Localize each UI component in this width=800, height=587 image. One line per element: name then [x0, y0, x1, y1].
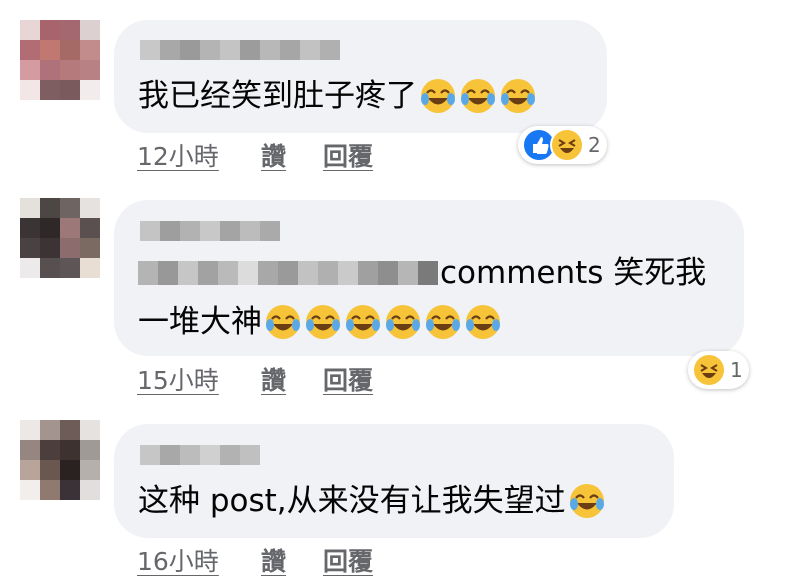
like-button[interactable]: 讚 [261, 547, 286, 577]
commenter-name-redacted[interactable] [140, 445, 260, 465]
avatar[interactable] [20, 198, 100, 278]
laugh-cry-emoji-icon [464, 303, 502, 341]
like-button[interactable]: 讚 [261, 142, 286, 172]
laugh-cry-emoji-icon [459, 77, 497, 115]
reply-button[interactable]: 回覆 [323, 142, 373, 172]
laugh-cry-emoji-icon [419, 77, 457, 115]
laugh-cry-emoji-icon [499, 77, 537, 115]
avatar[interactable] [20, 420, 100, 500]
haha-icon [692, 353, 726, 387]
reaction-summary[interactable]: 2 [518, 126, 607, 164]
timestamp-link[interactable]: 15小時 [137, 366, 219, 396]
timestamp-link[interactable]: 12小時 [137, 142, 219, 172]
comment-text-body: comments 笑死我 [440, 255, 707, 291]
reaction-summary[interactable]: 1 [688, 351, 749, 389]
comment-text-line-2: 一堆大神 [138, 302, 502, 342]
reaction-count: 1 [730, 358, 743, 382]
comment-text-body: 这种 post,从来没有让我失望过 [138, 483, 566, 519]
reply-button[interactable]: 回覆 [323, 366, 373, 396]
laugh-cry-emoji-icon [264, 303, 302, 341]
reaction-count: 2 [588, 133, 601, 157]
comment-text: 这种 post,从来没有让我失望过 [138, 481, 606, 521]
comment-text-line-1: comments 笑死我 [440, 253, 706, 293]
laugh-cry-emoji-icon [344, 303, 382, 341]
reply-button[interactable]: 回覆 [323, 547, 373, 577]
commenter-name-redacted[interactable] [140, 40, 340, 60]
laugh-cry-emoji-icon [304, 303, 342, 341]
mention-tags-redacted[interactable] [138, 261, 438, 285]
comment-text: 我已经笑到肚子疼了 [138, 76, 537, 116]
timestamp-link[interactable]: 16小時 [137, 547, 219, 577]
laugh-cry-emoji-icon [384, 303, 422, 341]
like-button[interactable]: 讚 [261, 366, 286, 396]
haha-icon [550, 128, 584, 162]
laugh-cry-emoji-icon [568, 482, 606, 520]
commenter-name-redacted[interactable] [140, 221, 280, 241]
laugh-cry-emoji-icon [424, 303, 462, 341]
comment-text-body: 我已经笑到肚子疼了 [138, 78, 417, 114]
avatar[interactable] [20, 20, 100, 100]
comment-text-body: 一堆大神 [138, 304, 262, 340]
